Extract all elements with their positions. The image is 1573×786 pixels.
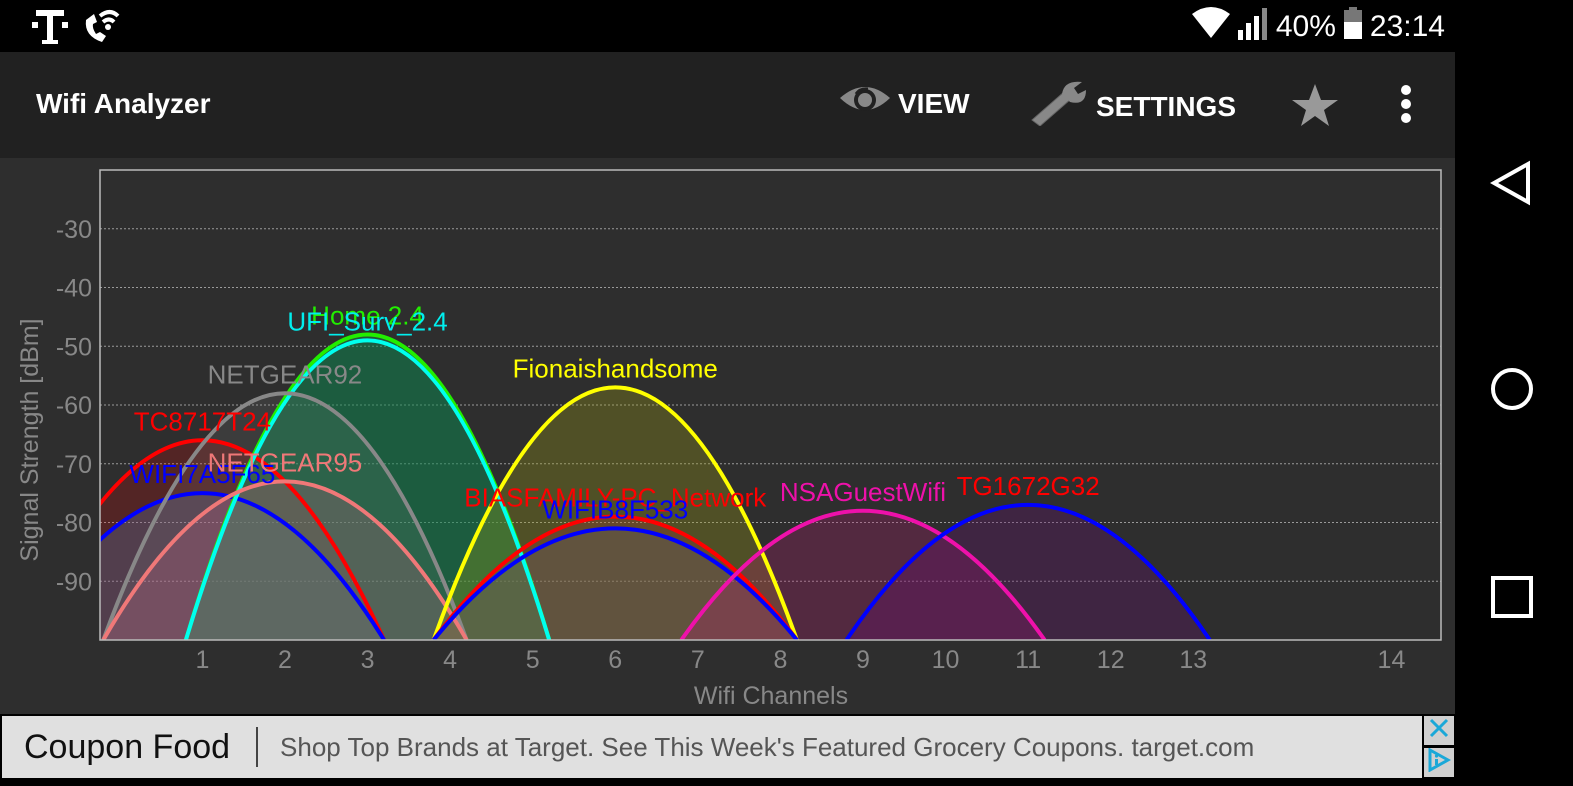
eye-icon (838, 80, 892, 127)
ad-controls (1424, 716, 1454, 778)
network-label: TG1672G32 (957, 471, 1100, 501)
network-label: NSAGuestWifi (780, 477, 946, 507)
x-tick-label: 10 (932, 646, 960, 674)
ad-title[interactable]: Coupon Food (24, 728, 230, 767)
x-tick-label: 9 (856, 646, 870, 674)
battery-percent: 40% (1275, 10, 1336, 43)
ad-text[interactable]: Shop Top Brands at Target. See This Week… (280, 732, 1254, 763)
y-tick-label: -50 (56, 333, 92, 361)
y-tick-label: -90 (56, 568, 92, 596)
overflow-menu-button[interactable] (1396, 84, 1416, 133)
x-tick-label: 1 (195, 646, 209, 674)
x-tick-label: 2 (278, 646, 292, 674)
ad-banner[interactable]: Coupon Food Shop Top Brands at Target. S… (2, 716, 1422, 778)
t-mobile-logo-icon (32, 6, 68, 51)
view-button[interactable]: VIEW (838, 80, 970, 127)
x-tick-label: 5 (526, 646, 540, 674)
chart-panel: TC8717T24 WIFI7A5F65 Home 2.4 UFI_Surv_2.4 N… (0, 158, 1455, 714)
signal-chart: TC8717T24WIFI7A5F65Home 2.4UFI_Surv_2.4N… (16, 169, 1442, 710)
y-tick-label: -80 (56, 510, 92, 538)
settings-label: SETTINGS (1096, 90, 1237, 122)
favorite-button[interactable] (1290, 82, 1340, 135)
network-label: WIFIB8F533 (542, 494, 688, 524)
adchoices-icon (1427, 747, 1452, 777)
wrench-icon (1028, 80, 1090, 133)
x-axis-label: Wifi Channels (694, 682, 848, 710)
back-button[interactable] (1487, 160, 1537, 210)
recents-button[interactable] (1487, 574, 1537, 624)
battery-icon (1343, 7, 1362, 47)
adchoices-button[interactable] (1424, 747, 1454, 777)
y-axis-ticks: -30 -40 -50 -60 -70 -80 -90 (56, 216, 92, 597)
ad-divider (256, 727, 259, 767)
x-tick-label: 11 (1015, 646, 1041, 674)
x-tick-label: 13 (1179, 646, 1207, 674)
network-label: NETGEAR92 (208, 359, 363, 389)
more-vert-icon (1396, 84, 1416, 133)
y-tick-label: -60 (56, 392, 92, 420)
x-tick-label: 4 (443, 646, 457, 674)
network-label: Fionaishandsome (513, 353, 718, 383)
recents-icon (1489, 574, 1535, 625)
y-tick-label: -30 (56, 216, 92, 244)
x-tick-label: 12 (1097, 646, 1125, 674)
wifi-calling-icon (80, 6, 120, 51)
settings-button[interactable]: SETTINGS (1028, 80, 1236, 133)
navigation-bar (1455, 0, 1573, 786)
y-axis-label: Signal Strength [dBm] (16, 318, 44, 561)
network-label: UFI_Surv_2.4 (287, 306, 447, 336)
back-icon (1489, 160, 1534, 211)
x-tick-label: 3 (361, 646, 375, 674)
close-icon (1428, 717, 1450, 744)
star-icon (1290, 82, 1340, 135)
x-tick-label: 6 (608, 646, 622, 674)
wifi-signal-icon (1191, 6, 1230, 48)
x-axis-ticks: 1 2 3 4 5 6 7 8 9 10 11 12 13 14 (195, 646, 1405, 674)
clock: 23:14 (1369, 10, 1445, 43)
y-tick-label: -40 (56, 275, 92, 303)
home-button[interactable] (1487, 366, 1537, 416)
status-bar: 40% 23:14 (0, 0, 1455, 52)
network-label: TC8717T24 (134, 406, 271, 436)
view-label: VIEW (898, 87, 970, 119)
home-icon (1489, 366, 1535, 417)
network-label: NETGEAR95 (208, 447, 363, 477)
ad-close-button[interactable] (1424, 716, 1454, 745)
app-title: Wifi Analyzer (36, 88, 211, 119)
x-tick-label: 14 (1378, 646, 1406, 674)
y-tick-label: -70 (56, 451, 92, 479)
x-tick-label: 8 (773, 646, 787, 674)
app-bar: Wifi Analyzer VIEW SETTINGS (0, 52, 1455, 158)
cell-signal-icon (1237, 6, 1268, 48)
x-tick-label: 7 (691, 646, 705, 674)
